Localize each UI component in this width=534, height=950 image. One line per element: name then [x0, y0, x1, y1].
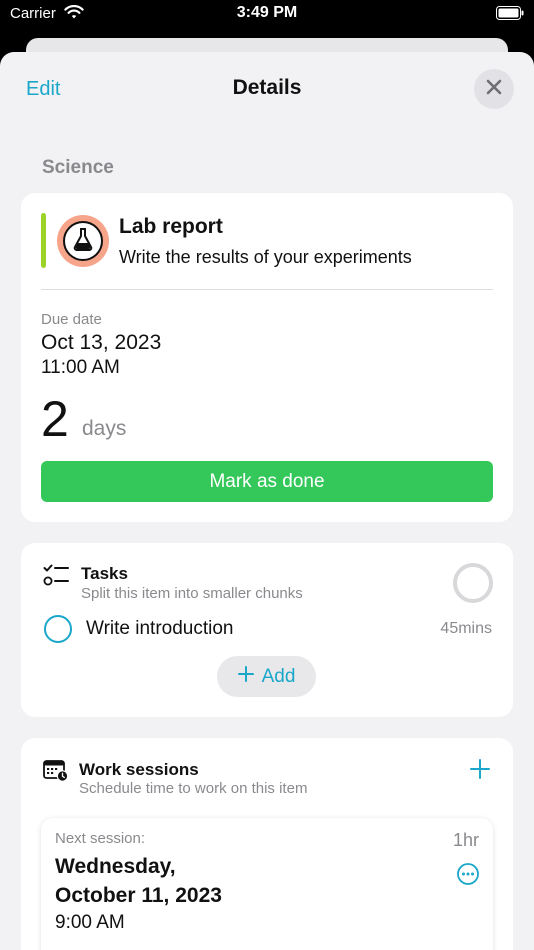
- plus-icon: [237, 665, 254, 688]
- due-date-label: Due date: [41, 311, 102, 328]
- days-remaining-count: 2: [41, 391, 69, 447]
- next-session-label: Next session:: [55, 830, 146, 847]
- mark-as-done-button[interactable]: Mark as done: [41, 461, 493, 502]
- add-task-button[interactable]: Add: [217, 656, 316, 697]
- details-sheet: Edit Details Science Lab report Write th…: [0, 52, 534, 950]
- battery-icon: [496, 6, 524, 25]
- subject-label: Science: [42, 157, 114, 178]
- checklist-icon: [43, 563, 69, 592]
- status-time: 3:49 PM: [236, 4, 298, 21]
- due-date-value: Oct 13, 2023: [41, 331, 162, 354]
- next-session-date: Wednesday, October 11, 2023: [55, 855, 222, 907]
- due-time-value: 11:00 AM: [41, 357, 120, 378]
- task-duration: 45mins: [440, 620, 492, 637]
- more-options-icon[interactable]: [456, 862, 480, 891]
- calendar-clock-icon: [43, 758, 69, 787]
- tasks-subtitle: Split this item into smaller chunks: [81, 585, 303, 602]
- work-sessions-card: Work sessions Schedule time to work on t…: [21, 738, 513, 950]
- work-sessions-subtitle: Schedule time to work on this item: [79, 780, 308, 797]
- tasks-progress-ring: [453, 563, 493, 603]
- next-session-card[interactable]: Next session: Wednesday, October 11, 202…: [41, 818, 493, 950]
- plus-icon: [470, 759, 490, 779]
- next-session-duration: 1hr: [452, 830, 479, 850]
- work-sessions-title: Work sessions: [79, 760, 199, 779]
- divider: [41, 289, 493, 290]
- item-description: Write the results of your experiments: [119, 247, 412, 267]
- tasks-card: Tasks Split this item into smaller chunk…: [21, 543, 513, 717]
- item-title: Lab report: [119, 215, 223, 238]
- subject-color-bar: [41, 213, 46, 268]
- close-button[interactable]: [474, 69, 514, 109]
- flask-icon: [72, 227, 94, 256]
- status-bar: Carrier 3:49 PM: [0, 0, 534, 30]
- subject-badge: [57, 215, 109, 267]
- page-title: Details: [232, 76, 302, 99]
- days-remaining-unit: days: [82, 417, 127, 440]
- next-session-time: 9:00 AM: [55, 912, 125, 933]
- tasks-title: Tasks: [81, 564, 128, 583]
- add-task-label: Add: [261, 665, 296, 687]
- task-label[interactable]: Write introduction: [86, 618, 234, 640]
- add-session-button[interactable]: [469, 758, 491, 785]
- close-icon: [486, 79, 502, 100]
- item-card: Lab report Write the results of your exp…: [21, 193, 513, 522]
- task-checkbox[interactable]: [44, 615, 72, 643]
